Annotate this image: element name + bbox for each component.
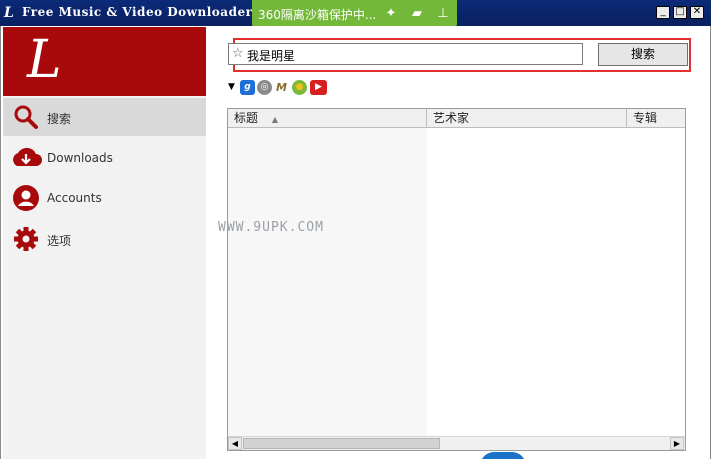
search-icon [14,105,38,129]
search-input-value: 我是明星 [247,49,296,63]
sidebar-item-label: 选项 [47,234,72,248]
sandbox-status-text: 360隔离沙箱保护中... [258,8,377,22]
globe-source-icon[interactable]: ● [292,80,307,95]
pin-icon[interactable]: ⊥ [434,5,452,23]
youtube-source-icon[interactable]: ▶ [310,80,327,95]
m-source-icon[interactable]: M [274,80,289,95]
download-icon [13,147,42,166]
maximize-button[interactable]: □ [673,6,687,19]
column-header-label: 艺术家 [433,111,470,125]
brand-logo: L [27,30,62,90]
watermark-text: WWW.9UPK.COM [218,220,324,235]
scrollbar-thumb[interactable] [243,438,440,449]
cd-source-icon[interactable]: ◎ [257,80,272,95]
results-table: 标题 ▲ 艺术家 专辑 ◀ ▶ [227,108,686,451]
sandbox-status-bar: 360隔离沙箱保护中... ✦ ▰ ⊥ [252,0,457,28]
floating-blue-widget[interactable] [480,452,526,459]
close-button[interactable]: ✕ [690,6,704,19]
minimize-button[interactable]: _ [656,6,670,19]
sort-ascending-icon: ▲ [271,115,278,124]
scroll-right-button[interactable]: ▶ [670,437,684,450]
gear-icon [14,227,38,251]
horizontal-scrollbar[interactable]: ◀ ▶ [228,436,685,450]
sidebar-item-options[interactable]: 选项 [3,220,206,258]
sidebar-item-accounts[interactable]: Accounts [3,179,206,217]
sidebar-item-label: 搜索 [47,112,72,126]
user-icon [13,185,39,211]
music-source-icon[interactable]: g [240,80,255,95]
column-header-album[interactable]: 专辑 [627,109,685,128]
sidebar: L 搜索 Downloads Accounts 选项 [3,27,206,459]
window-title: Free Music & Video Downloader [1. [22,5,277,19]
column-header-label: 标题 [234,111,259,125]
search-input[interactable]: ☆ 我是明星 [228,43,583,65]
sidebar-item-label: Accounts [47,191,102,205]
sidebar-item-label: Downloads [47,151,113,165]
scroll-left-button[interactable]: ◀ [228,437,242,450]
app-logo-icon: L [4,5,14,21]
puzzle-icon[interactable]: ✦ [382,5,400,23]
table-header: 标题 ▲ 艺术家 专辑 [228,109,685,128]
column-header-artist[interactable]: 艺术家 [427,109,627,128]
sidebar-item-search[interactable]: 搜索 [3,98,206,136]
sidebar-item-downloads[interactable]: Downloads [3,139,206,177]
dropdown-arrow-icon[interactable]: ▼ [228,82,235,92]
folder-icon[interactable]: ▰ [408,5,426,23]
star-icon[interactable]: ☆ [232,46,244,61]
column-header-label: 专辑 [633,111,658,125]
search-button[interactable]: 搜索 [598,43,688,66]
title-column-background [228,128,427,436]
column-header-title[interactable]: 标题 ▲ [228,109,427,128]
brand-logo-panel: L [3,27,206,96]
